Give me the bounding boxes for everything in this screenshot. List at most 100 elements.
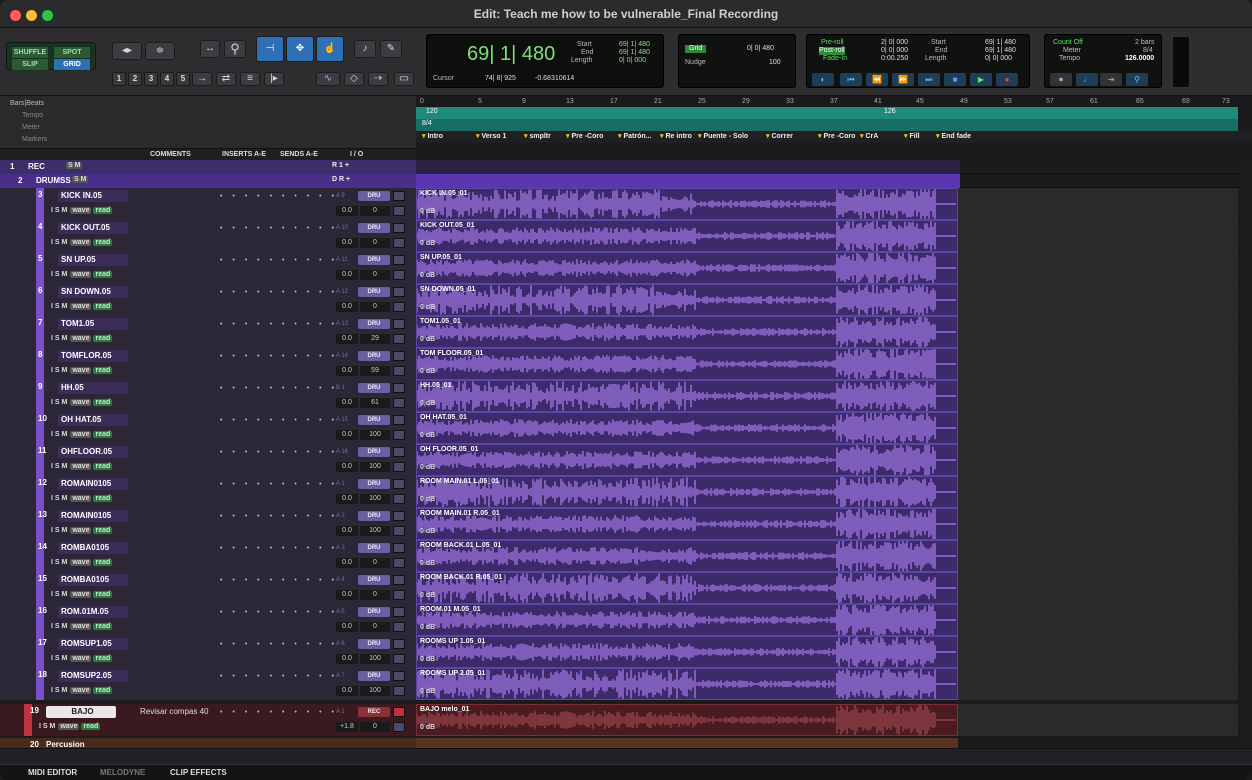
rec-solo-mute[interactable]: I S M bbox=[51, 559, 67, 566]
automation-mode[interactable]: read bbox=[93, 431, 113, 438]
group-name[interactable]: REC bbox=[28, 162, 45, 171]
preroll-value[interactable]: 2| 0| 000 bbox=[881, 39, 908, 47]
insert-slots[interactable]: • • • • • • • • • • bbox=[220, 481, 338, 488]
insert-slots[interactable]: • • • • • • • • • • bbox=[220, 257, 338, 264]
marker-item[interactable]: ▾ Pre -Coro bbox=[818, 131, 855, 143]
marker-item[interactable]: ▾ CrA bbox=[860, 131, 878, 143]
track-pan[interactable]: 0 bbox=[360, 590, 390, 600]
track-pan[interactable]: 29 bbox=[360, 334, 390, 344]
track-input[interactable]: A 1 bbox=[336, 707, 356, 717]
rec-solo-mute[interactable]: I S M bbox=[51, 463, 67, 470]
track-row[interactable]: 5 SN UP.05 I S Mwave read • • • • • • • • • … bbox=[0, 252, 1252, 284]
track-input[interactable]: A 4 bbox=[336, 575, 356, 585]
track-output-window-button[interactable] bbox=[393, 430, 405, 440]
insert-slots[interactable]: • • • • • • • • • • bbox=[220, 513, 338, 520]
automation-mode[interactable]: read bbox=[93, 367, 113, 374]
track-volume[interactable]: +1.8 bbox=[336, 722, 358, 732]
track-name[interactable]: SN DOWN.05 bbox=[58, 286, 128, 298]
insert-slots[interactable]: • • • • • • • • • • bbox=[220, 193, 338, 200]
track-input[interactable]: A 2 bbox=[336, 511, 356, 521]
track-row[interactable]: 12 ROMAIN0105 I S Mwave read • • • • • • • •… bbox=[0, 476, 1252, 508]
track-output[interactable]: DRU bbox=[358, 479, 390, 489]
fadein-label[interactable]: Fade-In bbox=[823, 55, 847, 63]
track-io-button[interactable] bbox=[393, 607, 405, 617]
track-io-button[interactable] bbox=[393, 287, 405, 297]
track-pan[interactable]: 0 bbox=[360, 270, 390, 280]
track-input[interactable]: A 7 bbox=[336, 671, 356, 681]
marker-item[interactable]: ▾ Correr bbox=[766, 131, 793, 143]
group-io[interactable]: D R + bbox=[332, 176, 350, 183]
marker-item[interactable]: ▾ Puente - Solo bbox=[698, 131, 748, 143]
zoom-horizontal-icon[interactable]: ◂▸ bbox=[112, 42, 142, 60]
track-row[interactable]: 10 OH HAT.05 I S Mwave read • • • • • • • • … bbox=[0, 412, 1252, 444]
track-io-button[interactable] bbox=[393, 575, 405, 585]
link-timeline-icon[interactable]: → bbox=[192, 72, 212, 86]
track-pan[interactable]: 100 bbox=[360, 654, 390, 664]
clip-gain[interactable]: 0 dB bbox=[420, 336, 435, 343]
track-input[interactable]: A 16 bbox=[336, 447, 356, 457]
postroll-label[interactable]: Post-roll bbox=[819, 47, 845, 55]
track-flags[interactable]: I S Mwave read bbox=[48, 397, 130, 408]
scrubber-tool-icon[interactable]: ♪ bbox=[354, 40, 376, 58]
horizontal-scrollbar[interactable] bbox=[0, 748, 1252, 762]
clip-gain[interactable]: 0 dB bbox=[420, 724, 435, 731]
automation-mode[interactable]: read bbox=[93, 527, 113, 534]
track-name[interactable]: SN UP.05 bbox=[58, 254, 128, 266]
marker-item[interactable]: ▾ Verso 1 bbox=[476, 131, 506, 143]
rewind-icon[interactable]: ⏪ bbox=[866, 73, 888, 86]
track-volume[interactable]: 0.0 bbox=[336, 526, 358, 536]
audio-clip[interactable]: SN UP.05_01 0 dB bbox=[416, 252, 958, 284]
track-row[interactable]: 11 OHFLOOR.05 I S Mwave read • • • • • • • •… bbox=[0, 444, 1252, 476]
audio-clip[interactable]: ROOMS UP 1.05_01 0 dB bbox=[416, 636, 958, 668]
clip-gain[interactable]: 0 dB bbox=[420, 528, 435, 535]
track-io-button[interactable] bbox=[393, 671, 405, 681]
track-input[interactable]: A 11 bbox=[336, 255, 356, 265]
track-output[interactable]: DRU bbox=[358, 191, 390, 201]
tempo-map-icon[interactable]: ⇥ bbox=[1100, 73, 1122, 86]
marker-item[interactable]: ▾ Fill bbox=[904, 131, 920, 143]
track-output-window-button[interactable] bbox=[393, 334, 405, 344]
tab-transient-icon[interactable]: ⇄ bbox=[216, 72, 236, 86]
group-row[interactable]: 1 REC S M R 1 + bbox=[0, 160, 1252, 174]
view-selector[interactable]: wave bbox=[70, 623, 92, 630]
search-icon[interactable]: ⚲ bbox=[224, 40, 246, 58]
track-flags[interactable]: I S Mwave read bbox=[48, 653, 130, 664]
audio-clip[interactable]: HH.05_01 0 dB bbox=[416, 380, 958, 412]
clip-gain[interactable]: 0 dB bbox=[420, 560, 435, 567]
marker-item[interactable]: ▾ Pre -Coro bbox=[566, 131, 603, 143]
automation-mode[interactable]: read bbox=[93, 303, 113, 310]
track-pan[interactable]: 0 bbox=[360, 238, 390, 248]
track-header[interactable]: 11 OHFLOOR.05 I S Mwave read • • • • • • • •… bbox=[0, 444, 416, 476]
insert-slots[interactable]: • • • • • • • • • • bbox=[220, 289, 338, 296]
audio-clip[interactable]: OH HAT.05_01 0 dB bbox=[416, 412, 958, 444]
clip-gain[interactable]: 0 dB bbox=[420, 592, 435, 599]
automation-mode[interactable]: read bbox=[93, 623, 113, 630]
grid-num-3[interactable]: 3 bbox=[144, 72, 158, 86]
track-io-button[interactable] bbox=[393, 707, 405, 717]
track-input[interactable]: A 3 bbox=[336, 543, 356, 553]
track-pan[interactable]: 100 bbox=[360, 526, 390, 536]
view-selector[interactable]: wave bbox=[70, 207, 92, 214]
track-io-button[interactable] bbox=[393, 479, 405, 489]
tab-clip-effects[interactable]: CLIP EFFECTS bbox=[170, 765, 227, 780]
tempo-marker-a[interactable]: 120 bbox=[426, 108, 438, 115]
track-flags[interactable]: I S Mwave read bbox=[36, 721, 118, 732]
track-name[interactable]: ROMAIN0105 bbox=[58, 478, 128, 490]
track-name[interactable]: KICK OUT.05 bbox=[58, 222, 128, 234]
track-row[interactable]: 7 TOM1.05 I S Mwave read • • • • • • • • • •… bbox=[0, 316, 1252, 348]
track-header[interactable]: 16 ROM.01M.05 I S Mwave read • • • • • • • •… bbox=[0, 604, 416, 636]
marker-item[interactable]: ▾ Patrón... bbox=[618, 131, 651, 143]
track-io-button[interactable] bbox=[393, 639, 405, 649]
zoomer-tool-icon[interactable]: ↔ bbox=[200, 40, 220, 58]
clip-gain[interactable]: 0 dB bbox=[420, 656, 435, 663]
automation-mode[interactable]: read bbox=[81, 723, 101, 730]
track-volume[interactable]: 0.0 bbox=[336, 558, 358, 568]
counter-length[interactable]: 0| 0| 000 bbox=[619, 57, 646, 65]
markers-ruler[interactable]: ▾ Intro ▾ Verso 1 ▾ smpltr ▾ Pre -Coro ▾ Pat… bbox=[416, 131, 1252, 143]
track-header[interactable]: 6 SN DOWN.05 I S Mwave read • • • • • • • • … bbox=[0, 284, 416, 316]
automation-mode[interactable]: read bbox=[93, 655, 113, 662]
fast-forward-icon[interactable]: ⏩ bbox=[892, 73, 914, 86]
count-off-label[interactable]: Count Off bbox=[1053, 39, 1083, 47]
view-selector[interactable]: wave bbox=[70, 591, 92, 598]
insert-slots[interactable]: • • • • • • • • • • bbox=[220, 609, 338, 616]
